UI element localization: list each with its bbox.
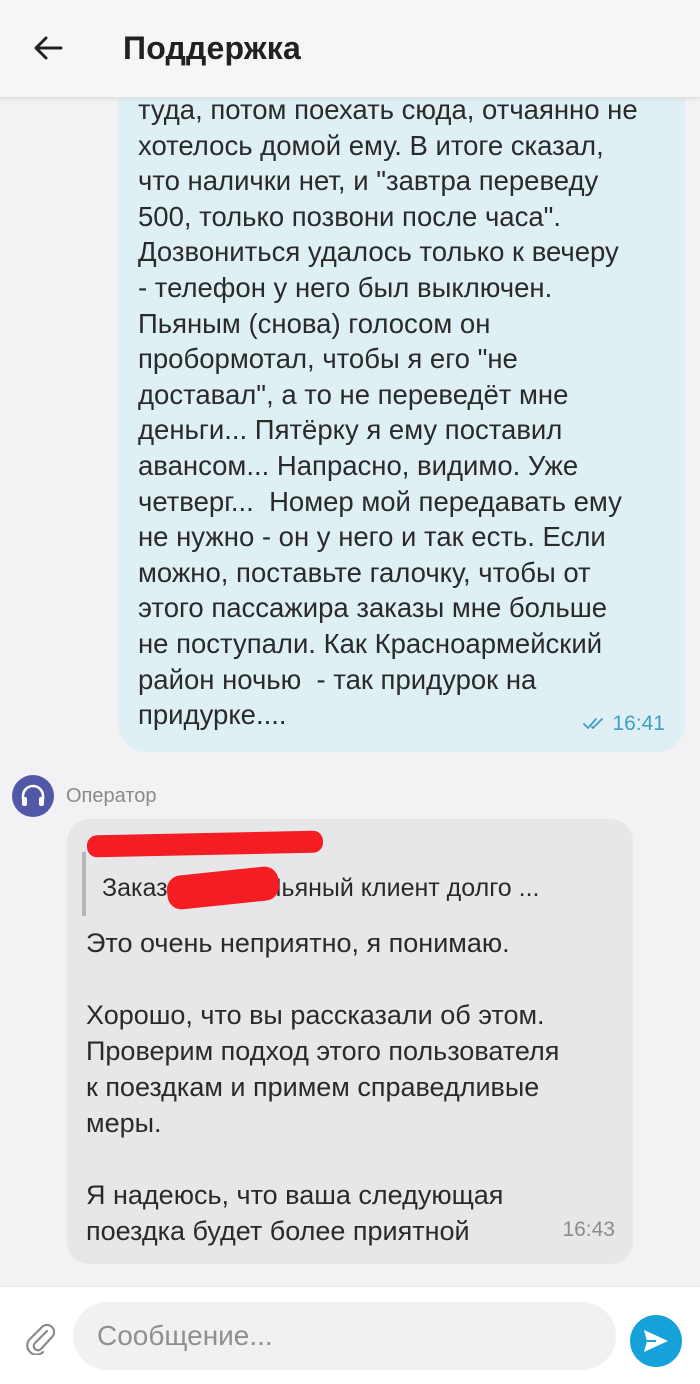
outgoing-message[interactable]: туда, потом поехать сюда, отчаянно не хо… bbox=[118, 98, 685, 752]
operator-header: Оператор bbox=[12, 774, 157, 818]
quoted-message[interactable]: Заказ Пьяный клиент долго ... bbox=[82, 852, 612, 916]
quote-order-label: Заказ bbox=[102, 874, 168, 902]
outgoing-message-meta: 16:41 bbox=[583, 712, 665, 736]
outgoing-message-text: туда, потом поехать сюда, отчаянно не хо… bbox=[138, 98, 638, 731]
operator-name: Оператор bbox=[66, 784, 157, 807]
incoming-message-time: 16:43 bbox=[562, 1218, 615, 1241]
outgoing-message-time: 16:41 bbox=[612, 712, 665, 735]
double-check-icon bbox=[583, 718, 604, 729]
attach-button[interactable] bbox=[22, 1319, 58, 1357]
support-chat-screen: Поддержка туда, потом поехать сюда, отча… bbox=[0, 0, 700, 1384]
send-icon bbox=[644, 1330, 668, 1352]
arrow-left-icon bbox=[34, 36, 63, 60]
avatar bbox=[12, 775, 54, 817]
message-input[interactable] bbox=[73, 1302, 616, 1370]
composer-bar bbox=[0, 1286, 700, 1384]
page-title: Поддержка bbox=[123, 30, 301, 66]
send-button[interactable] bbox=[630, 1315, 682, 1367]
message-list[interactable]: туда, потом поехать сюда, отчаянно не хо… bbox=[0, 98, 700, 1286]
paperclip-icon bbox=[26, 1323, 55, 1355]
incoming-message[interactable]: Заказ Пьяный клиент долго ... Это очень н… bbox=[67, 819, 633, 1264]
incoming-message-text: Это очень неприятно, я понимаю. Хорошо, … bbox=[86, 928, 560, 1246]
header-bar: Поддержка bbox=[0, 0, 700, 98]
headphones-icon bbox=[21, 784, 45, 806]
back-button[interactable] bbox=[26, 26, 70, 70]
quote-snippet: Пьяный клиент долго ... bbox=[263, 874, 540, 902]
